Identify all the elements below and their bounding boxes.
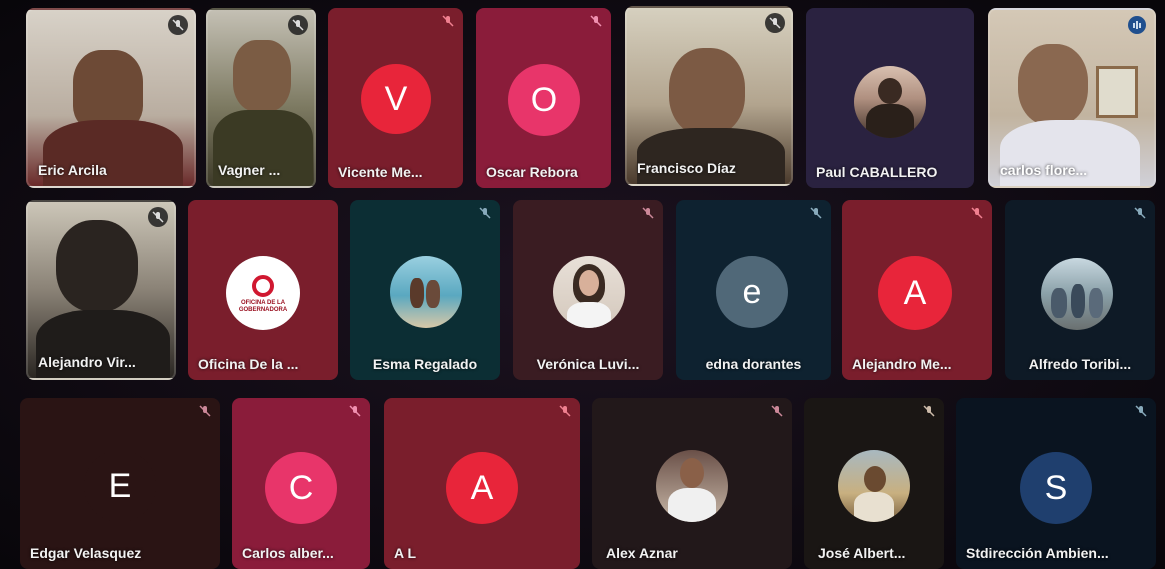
organization-logo: OFICINA DE LA GOBERNADORA bbox=[226, 256, 300, 330]
participant-tile[interactable]: A A L bbox=[384, 398, 580, 569]
participant-name: Oscar Rebora bbox=[486, 164, 578, 180]
participant-name: Vicente Me... bbox=[338, 164, 423, 180]
mic-off-icon bbox=[770, 404, 784, 418]
wall-frame bbox=[1096, 66, 1138, 118]
participant-name: Alejandro Me... bbox=[852, 356, 952, 372]
participant-name: Stdirección Ambien... bbox=[966, 545, 1109, 561]
participant-name: Alejandro Vir... bbox=[38, 354, 136, 370]
participant-tile[interactable]: Esma Regalado bbox=[350, 200, 500, 380]
mic-off-icon bbox=[589, 14, 603, 28]
participant-tile[interactable]: Alfredo Toribi... bbox=[1005, 200, 1155, 380]
participant-tile[interactable]: Alejandro Vir... bbox=[26, 200, 176, 380]
participant-name: Vagner ... bbox=[218, 162, 281, 178]
participant-name: Carlos alber... bbox=[242, 545, 334, 561]
participant-tile[interactable]: S Stdirección Ambien... bbox=[956, 398, 1156, 569]
participant-name: Francisco Díaz bbox=[637, 160, 736, 176]
mic-off-icon bbox=[1133, 206, 1147, 220]
logo-ring-icon bbox=[252, 274, 274, 297]
participant-tile[interactable]: Alex Aznar bbox=[592, 398, 792, 569]
participant-name: carlos flore... bbox=[1000, 162, 1088, 178]
mic-off-icon bbox=[168, 15, 188, 35]
logo-text: OFICINA DE LA GOBERNADORA bbox=[238, 299, 288, 313]
participant-name: Eric Arcila bbox=[38, 162, 107, 178]
avatar bbox=[854, 66, 926, 138]
participant-tile[interactable]: Francisco Díaz bbox=[625, 6, 793, 186]
participant-tile[interactable]: OFICINA DE LA GOBERNADORA Oficina De la … bbox=[188, 200, 338, 380]
mic-off-icon bbox=[970, 206, 984, 220]
avatar bbox=[553, 256, 625, 328]
avatar: V bbox=[361, 64, 431, 134]
participant-tile[interactable]: Verónica Luvi... bbox=[513, 200, 663, 380]
participant-grid: Eric Arcila Vagner ... V Vicente Me... O… bbox=[0, 0, 1165, 569]
participant-name: Edgar Velasquez bbox=[30, 545, 142, 561]
participant-tile[interactable]: A Alejandro Me... bbox=[842, 200, 992, 380]
avatar: A bbox=[878, 256, 952, 330]
participant-name: Verónica Luvi... bbox=[536, 356, 640, 372]
audio-level-icon bbox=[1128, 16, 1146, 34]
participant-name: Alfredo Toribi... bbox=[1028, 356, 1132, 372]
mic-off-icon bbox=[198, 404, 212, 418]
participant-tile[interactable]: Eric Arcila bbox=[26, 8, 196, 188]
participant-tile[interactable]: O Oscar Rebora bbox=[476, 8, 611, 188]
participant-name: José Albert... bbox=[818, 545, 906, 561]
avatar: E bbox=[84, 450, 156, 522]
avatar bbox=[390, 256, 462, 328]
participant-tile[interactable]: C Carlos alber... bbox=[232, 398, 370, 569]
participant-name: Oficina De la ... bbox=[198, 356, 299, 372]
mic-off-icon bbox=[809, 206, 823, 220]
mic-off-icon bbox=[478, 206, 492, 220]
mic-off-icon bbox=[1134, 404, 1148, 418]
participant-name: Paul CABALLERO bbox=[816, 164, 938, 180]
participant-name: Alex Aznar bbox=[606, 545, 678, 561]
participant-name: Esma Regalado bbox=[372, 356, 478, 372]
participant-tile[interactable]: Vagner ... bbox=[206, 8, 316, 188]
avatar: e bbox=[716, 256, 788, 328]
avatar: C bbox=[265, 452, 337, 524]
mic-off-icon bbox=[441, 14, 455, 28]
mic-off-icon bbox=[922, 404, 936, 418]
avatar: S bbox=[1020, 452, 1092, 524]
avatar: O bbox=[508, 64, 580, 136]
mic-off-icon bbox=[558, 404, 572, 418]
participant-tile[interactable]: Paul CABALLERO bbox=[806, 8, 974, 188]
participant-tile[interactable]: carlos flore... bbox=[988, 8, 1156, 188]
avatar bbox=[838, 450, 910, 522]
participant-tile[interactable]: E Edgar Velasquez bbox=[20, 398, 220, 569]
participant-name: edna dorantes bbox=[705, 356, 802, 372]
participant-tile[interactable]: V Vicente Me... bbox=[328, 8, 463, 188]
mic-off-icon bbox=[288, 15, 308, 35]
mic-off-icon bbox=[765, 13, 785, 33]
mic-off-icon bbox=[148, 207, 168, 227]
avatar bbox=[1041, 258, 1113, 330]
avatar: A bbox=[446, 452, 518, 524]
avatar bbox=[656, 450, 728, 522]
participant-name: A L bbox=[394, 545, 417, 561]
participant-tile[interactable]: José Albert... bbox=[804, 398, 944, 569]
participant-tile[interactable]: e edna dorantes bbox=[676, 200, 831, 380]
mic-off-icon bbox=[641, 206, 655, 220]
mic-off-icon bbox=[348, 404, 362, 418]
